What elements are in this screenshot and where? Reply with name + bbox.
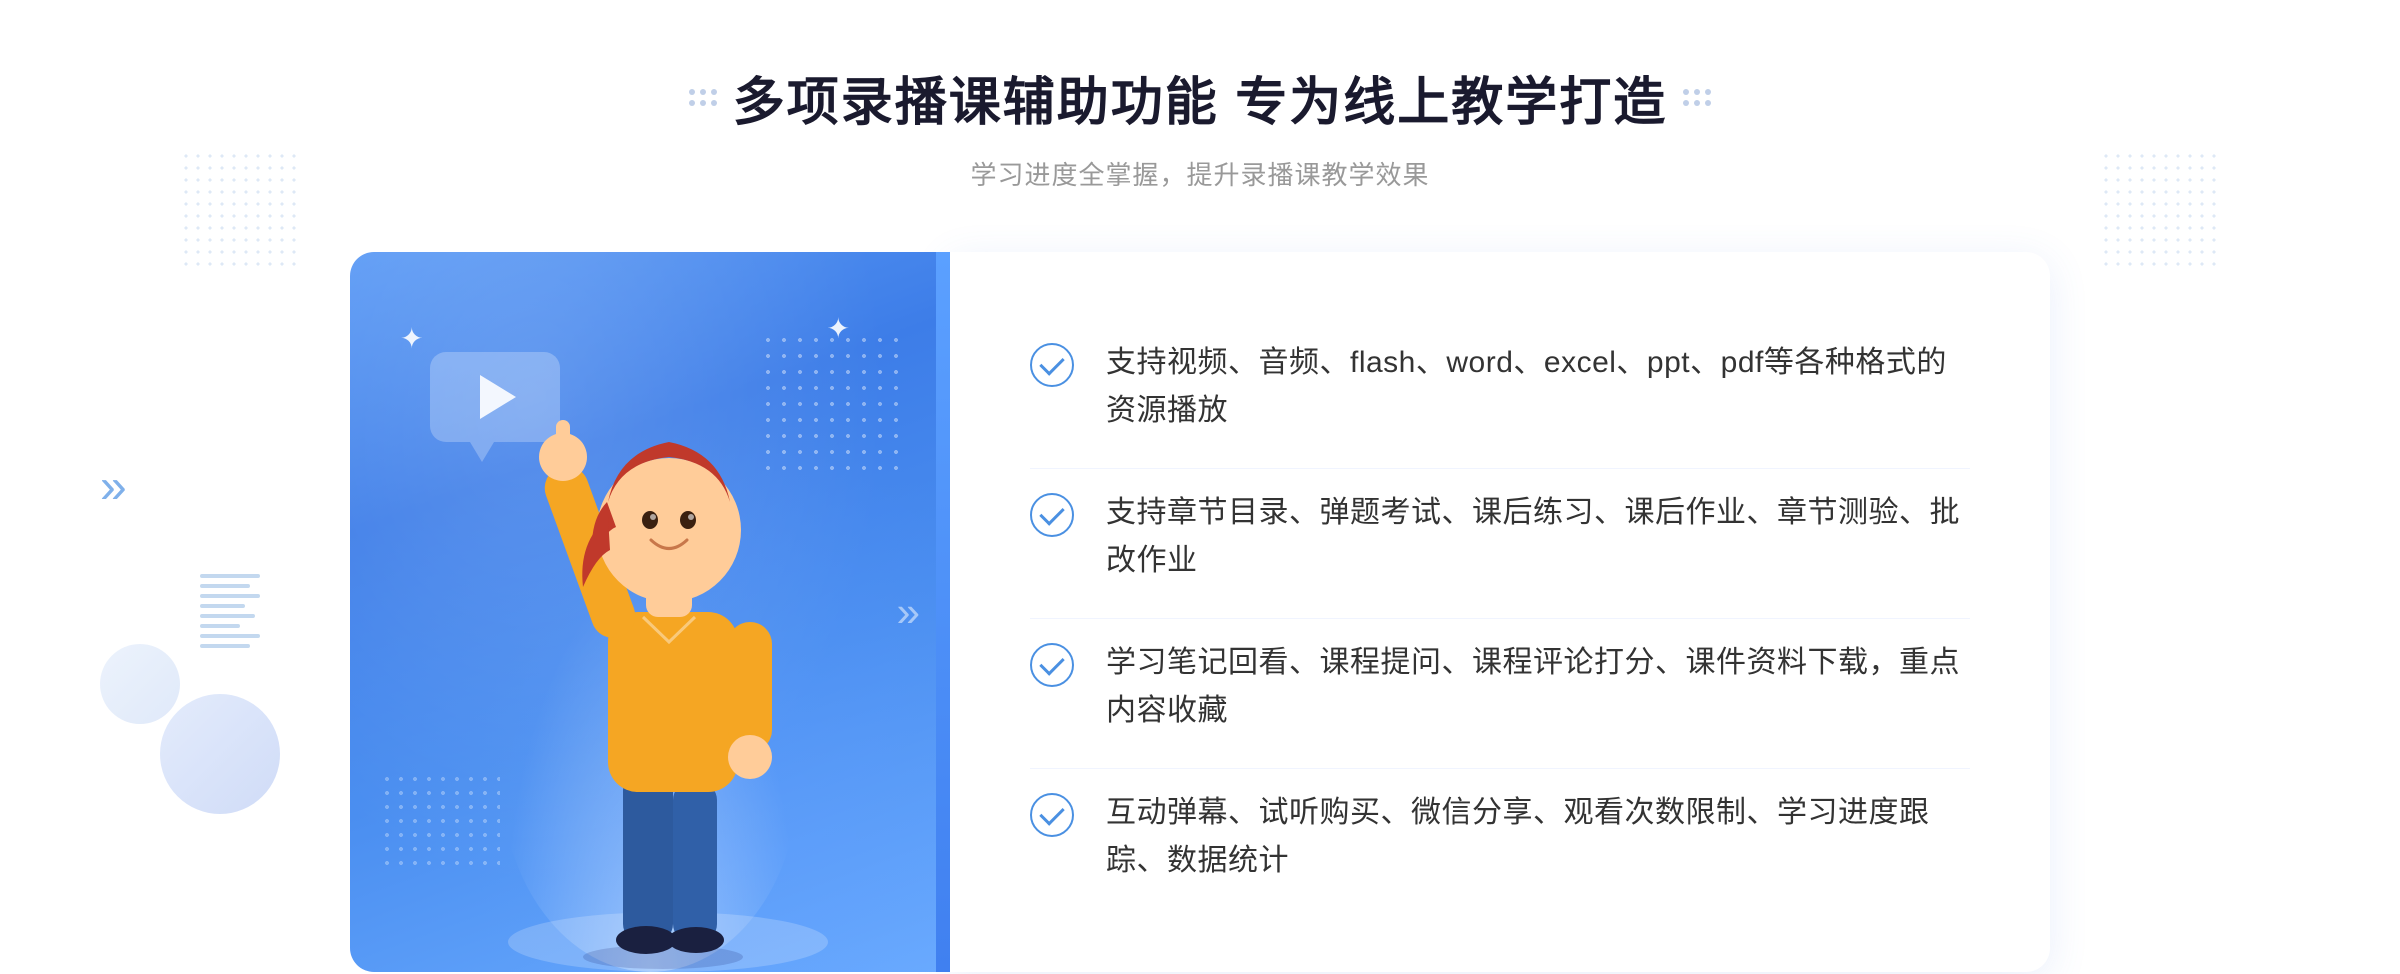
feature-item-4: 互动弹幕、试听购买、微信分享、观看次数限制、学习进度跟踪、数据统计 bbox=[1030, 768, 1970, 905]
dot-pattern-left bbox=[180, 150, 300, 270]
feature-text-2: 支持章节目录、弹题考试、课后练习、课后作业、章节测验、批改作业 bbox=[1106, 489, 1970, 585]
person-illustration bbox=[488, 402, 848, 972]
check-icon-3 bbox=[1030, 643, 1074, 687]
feature-text-3: 学习笔记回看、课程提问、课程评论打分、课件资料下载，重点内容收藏 bbox=[1106, 639, 1970, 735]
check-icon-2 bbox=[1030, 493, 1074, 537]
sparkle-icon-1: ✦ bbox=[400, 322, 423, 355]
page-header: 多项录播课辅助功能 专为线上教学打造 bbox=[689, 60, 1711, 135]
accent-bar bbox=[936, 252, 950, 972]
card-chevron-icon: » bbox=[897, 588, 920, 636]
deco-circle-2 bbox=[100, 644, 180, 724]
card-dot-pattern-bottom bbox=[380, 772, 500, 872]
deco-lines bbox=[200, 574, 260, 654]
page-title: 多项录播课辅助功能 专为线上教学打造 bbox=[733, 60, 1667, 135]
check-icon-1 bbox=[1030, 343, 1074, 387]
dot-pattern-right bbox=[2100, 150, 2220, 270]
page-wrapper: » 多项录播课辅助功能 专为线上教学打造 学习进度全掌握，提升录播课教学效果 bbox=[0, 0, 2400, 974]
check-icon-4 bbox=[1030, 793, 1074, 837]
deco-circle-1 bbox=[160, 694, 280, 814]
feature-item-3: 学习笔记回看、课程提问、课程评论打分、课件资料下载，重点内容收藏 bbox=[1030, 618, 1970, 755]
feature-text-4: 互动弹幕、试听购买、微信分享、观看次数限制、学习进度跟踪、数据统计 bbox=[1106, 789, 1970, 885]
left-chevron-icon: » bbox=[100, 460, 127, 515]
feature-item-2: 支持章节目录、弹题考试、课后练习、课后作业、章节测验、批改作业 bbox=[1030, 468, 1970, 605]
illustration-card: ✦ ✦ » bbox=[350, 252, 950, 972]
main-content: ✦ ✦ » bbox=[350, 252, 2050, 972]
features-panel: 支持视频、音频、flash、word、excel、ppt、pdf等各种格式的资源… bbox=[950, 252, 2050, 972]
feature-item-1: 支持视频、音频、flash、word、excel、ppt、pdf等各种格式的资源… bbox=[1030, 319, 1970, 455]
header-dots-left bbox=[689, 89, 717, 106]
feature-text-1: 支持视频、音频、flash、word、excel、ppt、pdf等各种格式的资源… bbox=[1106, 339, 1970, 435]
sparkle-icon-2: ✦ bbox=[827, 312, 850, 345]
page-subtitle: 学习进度全掌握，提升录播课教学效果 bbox=[970, 155, 1429, 192]
header-dots-right bbox=[1683, 89, 1711, 106]
